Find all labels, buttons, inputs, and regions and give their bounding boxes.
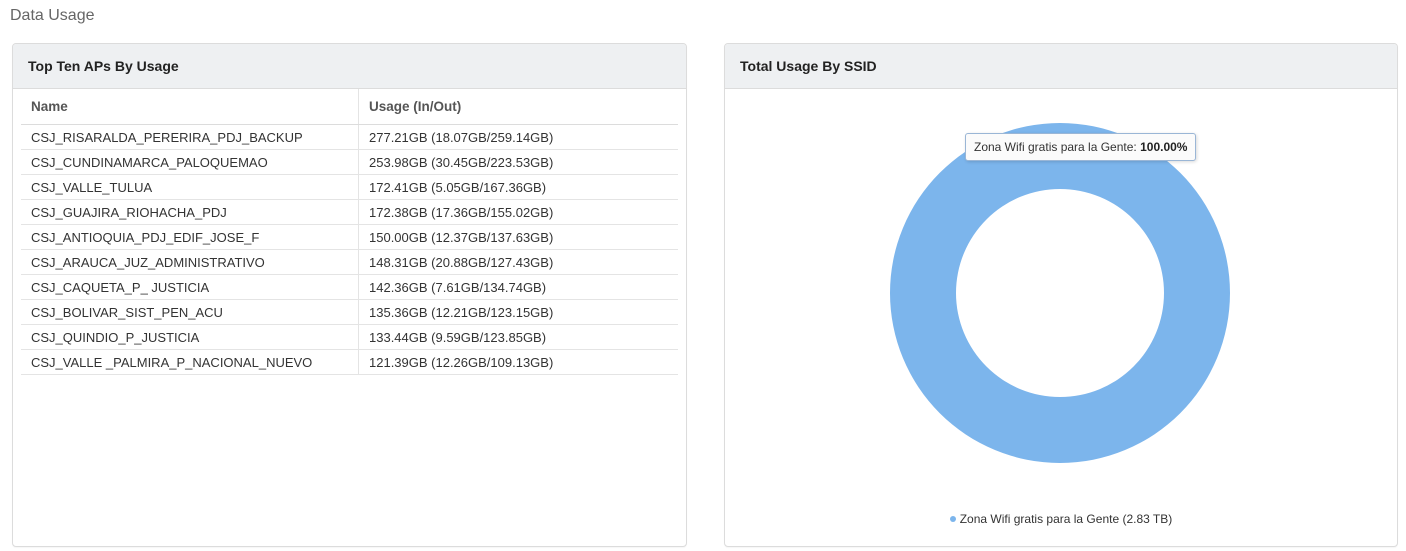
table-row[interactable]: CSJ_VALLE_TULUA 172.41GB (5.05GB/167.36GB… xyxy=(21,174,678,200)
ap-name-cell: CSJ_ANTIOQUIA_PDJ_EDIF_JOSE_F xyxy=(21,224,359,250)
top-aps-panel: Top Ten APs By Usage Name Usage (In/Out)… xyxy=(12,43,687,547)
ap-usage-cell: 150.00GB (12.37GB/137.63GB) xyxy=(358,224,678,250)
ap-usage-cell: 121.39GB (12.26GB/109.13GB) xyxy=(358,349,678,375)
ap-name-cell: CSJ_CAQUETA_P_ JUSTICIA xyxy=(21,274,359,300)
ap-usage-cell: 172.41GB (5.05GB/167.36GB) xyxy=(358,174,678,200)
top-aps-table: Name Usage (In/Out) CSJ_RISARALDA_PERERI… xyxy=(21,89,678,375)
table-row[interactable]: CSJ_GUAJIRA_RIOHACHA_PDJ 172.38GB (17.36G… xyxy=(21,199,678,225)
ap-name-cell: CSJ_VALLE_TULUA xyxy=(21,174,359,200)
table-row[interactable]: CSJ_CAQUETA_P_ JUSTICIA 142.36GB (7.61GB/… xyxy=(21,274,678,300)
top-aps-table-body: CSJ_RISARALDA_PERERIRA_PDJ_BACKUP 277.21G… xyxy=(21,124,678,375)
top-aps-table-wrap: Name Usage (In/Out) CSJ_RISARALDA_PERERI… xyxy=(13,89,686,375)
ap-name-cell: CSJ_GUAJIRA_RIOHACHA_PDJ xyxy=(21,199,359,225)
ap-usage-cell: 133.44GB (9.59GB/123.85GB) xyxy=(358,324,678,350)
table-row[interactable]: CSJ_CUNDINAMARCA_PALOQUEMAO 253.98GB (30.… xyxy=(21,149,678,175)
ap-usage-cell: 135.36GB (12.21GB/123.15GB) xyxy=(358,299,678,325)
table-header-row: Name Usage (In/Out) xyxy=(21,89,678,125)
ap-usage-cell: 142.36GB (7.61GB/134.74GB) xyxy=(358,274,678,300)
legend-dot-icon xyxy=(949,515,956,522)
top-aps-title: Top Ten APs By Usage xyxy=(13,44,686,89)
ssid-usage-title: Total Usage By SSID xyxy=(725,44,1397,89)
ap-name-cell: CSJ_BOLIVAR_SIST_PEN_ACU xyxy=(21,299,359,325)
column-header-usage[interactable]: Usage (In/Out) xyxy=(358,89,678,125)
ap-usage-cell: 277.21GB (18.07GB/259.14GB) xyxy=(358,124,678,150)
table-row[interactable]: CSJ_ANTIOQUIA_PDJ_EDIF_JOSE_F 150.00GB (1… xyxy=(21,224,678,250)
table-row[interactable]: CSJ_RISARALDA_PERERIRA_PDJ_BACKUP 277.21G… xyxy=(21,124,678,150)
data-usage-page: Data Usage Top Ten APs By Usage Name Usa… xyxy=(0,0,1406,551)
ap-name-cell: CSJ_CUNDINAMARCA_PALOQUEMAO xyxy=(21,149,359,175)
ap-name-cell: CSJ_ARAUCA_JUZ_ADMINISTRATIVO xyxy=(21,249,359,275)
ap-name-cell: CSJ_RISARALDA_PERERIRA_PDJ_BACKUP xyxy=(21,124,359,150)
ap-name-cell: CSJ_QUINDIO_P_JUSTICIA xyxy=(21,324,359,350)
legend-item-label[interactable]: Zona Wifi gratis para la Gente (2.83 TB) xyxy=(960,512,1173,526)
chart-tooltip: Zona Wifi gratis para la Gente: 100.00% xyxy=(965,133,1197,161)
ap-usage-cell: 148.31GB (20.88GB/127.43GB) xyxy=(358,249,678,275)
ssid-donut-chart: Zona Wifi gratis para la Gente: 100.00% … xyxy=(725,89,1397,546)
table-row[interactable]: CSJ_BOLIVAR_SIST_PEN_ACU 135.36GB (12.21G… xyxy=(21,299,678,325)
chart-legend[interactable]: Zona Wifi gratis para la Gente (2.83 TB) xyxy=(725,512,1397,526)
table-row[interactable]: CSJ_QUINDIO_P_JUSTICIA 133.44GB (9.59GB/1… xyxy=(21,324,678,350)
ap-name-cell: CSJ_VALLE _PALMIRA_P_NACIONAL_NUEVO xyxy=(21,349,359,375)
donut-slice-0[interactable] xyxy=(890,123,1230,463)
column-header-name[interactable]: Name xyxy=(21,89,359,125)
page-title: Data Usage xyxy=(10,7,95,24)
table-row[interactable]: CSJ_VALLE _PALMIRA_P_NACIONAL_NUEVO 121.3… xyxy=(21,349,678,375)
tooltip-label: Zona Wifi gratis para la Gente: xyxy=(974,140,1137,154)
ap-usage-cell: 172.38GB (17.36GB/155.02GB) xyxy=(358,199,678,225)
ssid-usage-panel: Total Usage By SSID Zona Wifi gratis par… xyxy=(724,43,1398,547)
table-row[interactable]: CSJ_ARAUCA_JUZ_ADMINISTRATIVO 148.31GB (2… xyxy=(21,249,678,275)
tooltip-value: 100.00% xyxy=(1140,140,1188,154)
ap-usage-cell: 253.98GB (30.45GB/223.53GB) xyxy=(358,149,678,175)
